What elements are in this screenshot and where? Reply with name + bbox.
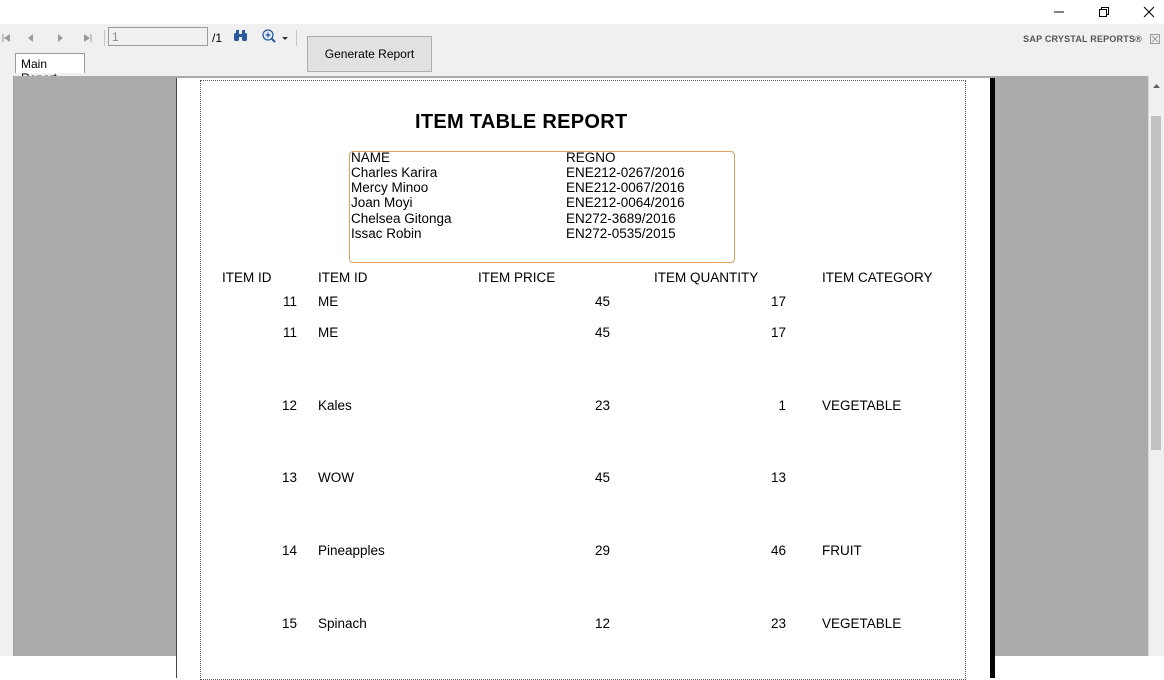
cell-item-price: 45 <box>594 470 610 485</box>
cell-item-quantity: 17 <box>770 325 786 340</box>
group-tree-panel <box>0 76 14 656</box>
cell-item-name: ME <box>318 325 339 340</box>
vertical-scrollbar[interactable] <box>1148 76 1164 656</box>
member-name: Issac Robin <box>351 226 422 241</box>
next-page-icon <box>58 34 63 42</box>
member-regno: ENE212-0067/2016 <box>566 180 685 195</box>
first-page-icon <box>2 34 10 42</box>
regno-header: REGNO <box>566 150 616 165</box>
cell-item-id: 13 <box>281 470 297 485</box>
previous-page-icon <box>28 34 33 42</box>
find-text-button[interactable] <box>233 29 251 45</box>
cell-item-name: Kales <box>318 398 352 413</box>
zoom-button[interactable] <box>261 29 291 45</box>
column-header-item-category: ITEM CATEGORY <box>822 270 933 285</box>
name-header: NAME <box>351 150 391 165</box>
cell-item-price: 23 <box>594 398 610 413</box>
cell-item-price: 45 <box>594 325 610 340</box>
cell-item-price: 12 <box>594 616 610 631</box>
cell-item-id: 11 <box>282 294 297 309</box>
cell-item-quantity: 17 <box>770 294 786 309</box>
minimize-icon <box>1054 11 1064 13</box>
cell-item-id: 12 <box>281 398 297 413</box>
column-header-item-quantity: ITEM QUANTITY <box>654 270 759 285</box>
toolbar-separator <box>104 30 105 46</box>
page-total-label: /1 <box>212 31 223 45</box>
member-regno: ENE212-0064/2016 <box>566 195 685 210</box>
member-name: Joan Moyi <box>351 195 413 210</box>
member-regno: ENE212-0267/2016 <box>566 165 685 180</box>
close-button[interactable] <box>1126 0 1164 24</box>
cell-item-name: WOW <box>318 470 354 485</box>
next-page-button[interactable] <box>52 32 68 44</box>
cell-item-quantity: 46 <box>770 543 786 558</box>
previous-page-button[interactable] <box>23 32 39 44</box>
column-header-item-id: ITEM ID <box>222 270 272 285</box>
cell-item-category: FRUIT <box>822 543 862 558</box>
first-page-button[interactable] <box>0 32 14 44</box>
binoculars-icon <box>234 30 247 41</box>
scroll-up-icon[interactable] <box>1149 79 1164 93</box>
toolbar-close-button[interactable] <box>1150 33 1160 44</box>
cell-item-quantity: 23 <box>770 616 786 631</box>
member-name: Mercy Minoo <box>351 180 429 195</box>
cell-item-quantity: 13 <box>770 470 786 485</box>
member-regno: EN272-3689/2016 <box>566 211 676 226</box>
last-page-button[interactable] <box>80 32 96 44</box>
close-icon <box>1143 6 1155 18</box>
cell-item-name: Spinach <box>318 616 367 631</box>
member-name: Chelsea Gitonga <box>351 211 452 226</box>
column-header-item-name: ITEM ID <box>318 270 368 285</box>
tab-main-report[interactable]: Main Report <box>15 53 85 85</box>
crystal-reports-logo: SAP CRYSTAL REPORTS® <box>1023 34 1142 44</box>
cell-item-id: 14 <box>281 543 297 558</box>
report-title: ITEM TABLE REPORT <box>415 111 628 133</box>
column-header-item-price: ITEM PRICE <box>478 270 556 285</box>
member-regno: EN272-0535/2015 <box>566 226 676 241</box>
cell-item-price: 29 <box>594 543 610 558</box>
scrollbar-thumb[interactable] <box>1151 116 1161 450</box>
cell-item-id: 11 <box>282 325 297 340</box>
cell-item-name: Pineapples <box>318 543 385 558</box>
member-name: Charles Karira <box>351 165 438 180</box>
cell-item-price: 45 <box>594 294 610 309</box>
page-shadow <box>990 78 995 678</box>
title-bar <box>0 0 1164 25</box>
close-icon <box>1150 34 1160 44</box>
page-number-input[interactable] <box>108 27 208 46</box>
restore-button[interactable] <box>1081 0 1127 24</box>
cell-item-name: ME <box>318 294 339 309</box>
restore-icon <box>1099 7 1109 17</box>
last-page-icon <box>84 34 92 42</box>
zoom-icon <box>262 29 288 43</box>
cell-item-id: 15 <box>281 616 297 631</box>
cell-item-category: VEGETABLE <box>822 616 902 631</box>
minimize-button[interactable] <box>1036 0 1082 24</box>
generate-report-button[interactable]: Generate Report <box>307 36 432 72</box>
toolbar-separator <box>296 30 297 46</box>
cell-item-category: VEGETABLE <box>822 398 902 413</box>
cell-item-quantity: 1 <box>778 398 786 413</box>
